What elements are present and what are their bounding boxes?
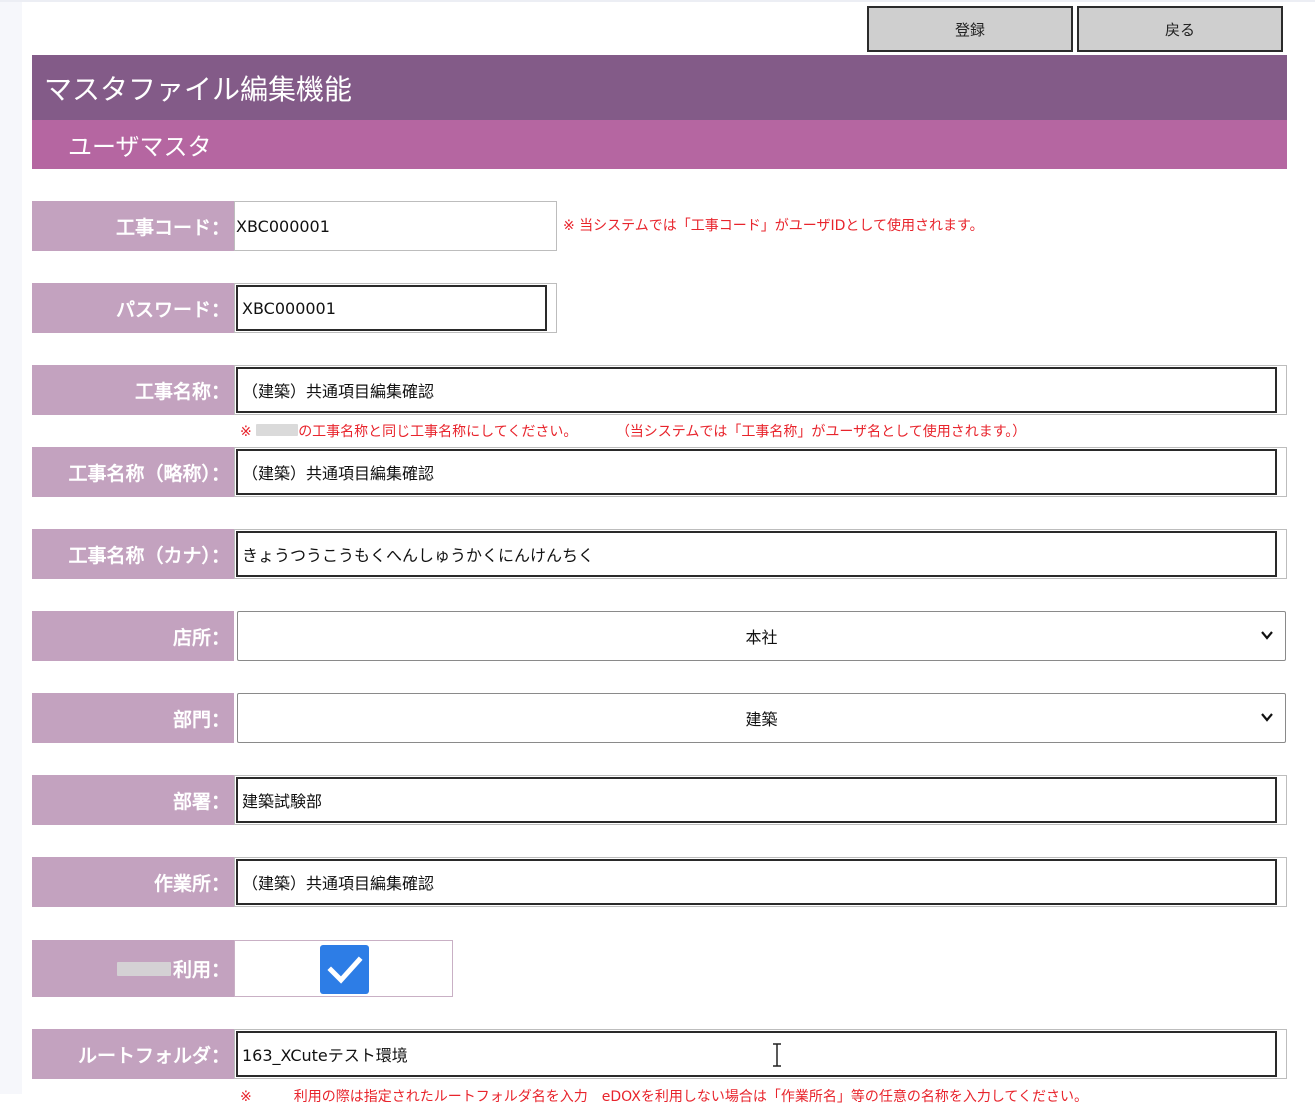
chevron-down-icon: [1261, 631, 1273, 640]
construction-code-field[interactable]: XBC000001: [234, 201, 557, 251]
division-selected-value: 建築: [745, 710, 778, 729]
work-site-input[interactable]: （建築）共通項目編集確認: [236, 859, 1277, 905]
checkmark-icon: [326, 955, 363, 984]
department-field[interactable]: 建築試験部: [234, 775, 1287, 825]
construction-name-short-field[interactable]: （建築）共通項目編集確認: [234, 447, 1287, 497]
root-folder-label: ルートフォルダ：: [32, 1029, 234, 1079]
page-title: マスタファイル編集機能: [32, 55, 1287, 120]
register-button[interactable]: 登録: [867, 6, 1073, 52]
page-top-edge: [0, 0, 1315, 2]
division-select[interactable]: 建築: [237, 693, 1286, 743]
note-main: の工事名称と同じ工事名称にしてください。: [298, 424, 578, 440]
construction-code-value: XBC000001: [236, 216, 330, 236]
construction-code-note: ※ 当システムでは「工事コード」がユーザIDとして使用されます。: [563, 218, 984, 234]
text-cursor-icon: [773, 1043, 781, 1067]
page-left-edge: [0, 0, 22, 1094]
usage-checkbox[interactable]: [320, 945, 369, 994]
construction-name-short-label: 工事名称（略称）：: [32, 447, 234, 497]
root-folder-input[interactable]: 163_XCuteテスト環境: [236, 1031, 1277, 1077]
construction-name-label: 工事名称：: [32, 365, 234, 415]
back-button[interactable]: 戻る: [1077, 6, 1283, 52]
branch-select[interactable]: 本社: [237, 611, 1286, 661]
chevron-down-icon: [1261, 713, 1273, 722]
construction-name-kana-field[interactable]: きょうつうこうもくへんしゅうかくにんけんちく: [234, 529, 1287, 579]
division-label: 部門：: [32, 693, 234, 743]
department-input[interactable]: 建築試験部: [236, 777, 1277, 823]
root-folder-field[interactable]: 163_XCuteテスト環境: [234, 1029, 1287, 1079]
construction-name-note: ※ の工事名称と同じ工事名称にしてください。 （当システムでは「工事名称」がユー…: [240, 421, 1026, 441]
redacted-text: [116, 961, 171, 976]
password-input[interactable]: XBC000001: [236, 285, 547, 331]
branch-label: 店所：: [32, 611, 234, 661]
construction-name-input[interactable]: （建築）共通項目編集確認: [236, 367, 1277, 413]
password-field[interactable]: XBC000001: [234, 283, 557, 333]
work-site-label: 作業所：: [32, 857, 234, 907]
usage-label: 利用：: [32, 940, 234, 997]
note-extra: （当システムでは「工事名称」がユーザ名として使用されます。）: [615, 424, 1027, 440]
construction-name-field[interactable]: （建築）共通項目編集確認: [234, 365, 1287, 415]
redacted-text: [256, 424, 299, 436]
construction-code-label: 工事コード：: [32, 201, 234, 251]
usage-label-text: 利用：: [172, 959, 230, 981]
branch-selected-value: 本社: [745, 628, 778, 647]
section-title: ユーザマスタ: [32, 120, 1287, 169]
work-site-field[interactable]: （建築）共通項目編集確認: [234, 857, 1287, 907]
note-mark: ※: [240, 424, 252, 440]
usage-checkbox-area: [234, 940, 453, 997]
password-label: パスワード：: [32, 283, 234, 333]
construction-name-short-input[interactable]: （建築）共通項目編集確認: [236, 449, 1277, 495]
department-label: 部署：: [32, 775, 234, 825]
construction-name-kana-label: 工事名称（カナ）：: [32, 529, 234, 579]
root-folder-note: ※ 利用の際は指定されたルートフォルダ名を入力 eDOXを利用しない場合は「作業…: [240, 1089, 1088, 1105]
construction-name-kana-input[interactable]: きょうつうこうもくへんしゅうかくにんけんちく: [236, 531, 1277, 577]
